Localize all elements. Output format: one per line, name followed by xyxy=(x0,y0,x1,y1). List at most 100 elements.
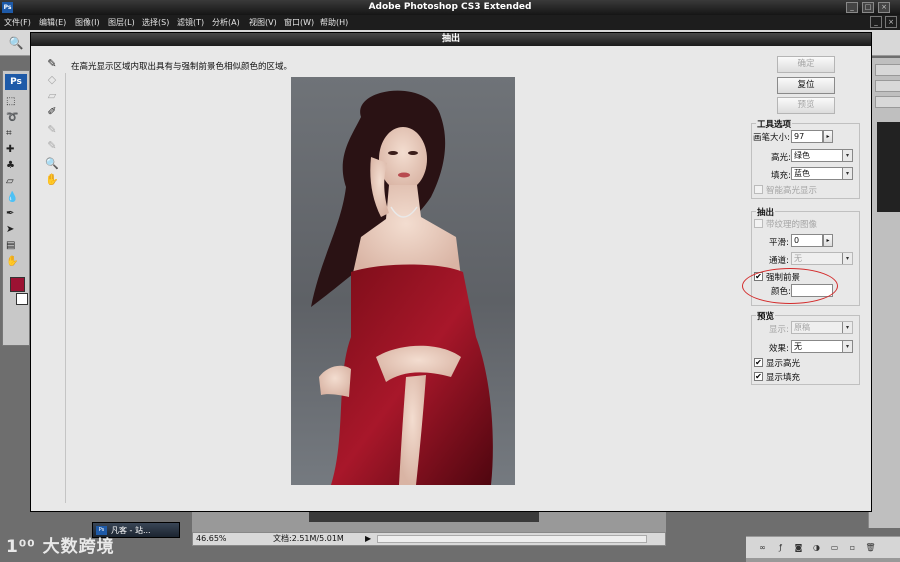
horizontal-scrollbar[interactable] xyxy=(377,535,647,543)
lasso-tool-icon[interactable]: ➰ xyxy=(6,111,28,125)
document-status-bar: 46.65% 文档:2.51M/5.01M ▶ xyxy=(192,532,666,546)
cleanup-tool-icon[interactable]: ✎ xyxy=(43,123,61,137)
highlight-label: 高光: xyxy=(771,153,791,163)
edge-highlighter-tool-icon[interactable]: ✎ xyxy=(43,57,61,71)
hand-tool-icon[interactable]: ✋ xyxy=(43,173,61,187)
status-menu-arrow-icon[interactable]: ▶ xyxy=(365,533,371,545)
highlight-color-select[interactable]: 绿色 ▾ xyxy=(791,149,853,162)
marquee-tool-icon[interactable]: ⬚ xyxy=(6,95,28,109)
fill-color-select[interactable]: 蓝色 ▾ xyxy=(791,167,853,180)
effect-select[interactable]: 无 ▾ xyxy=(791,340,853,353)
dialog-instruction: 在高光显示区域内取出具有与强制前景色相似颜色的区域。 xyxy=(71,62,293,72)
show-select[interactable]: 原稿 ▾ xyxy=(791,321,853,334)
menu-analysis[interactable]: 分析(A) xyxy=(212,17,240,28)
show-fill-checkbox[interactable]: ✔ xyxy=(754,372,763,381)
canvas-image-edge xyxy=(309,512,539,522)
smooth-slider-button[interactable]: ▸ xyxy=(823,234,833,247)
blur-tool-icon[interactable]: 💧 xyxy=(6,191,28,205)
healing-tool-icon[interactable]: ✚ xyxy=(6,143,28,157)
zoom-level[interactable]: 46.65% xyxy=(196,533,227,545)
chevron-down-icon: ▾ xyxy=(842,341,852,352)
eyedropper-tool-icon[interactable]: ✐ xyxy=(43,105,61,119)
image-preview[interactable] xyxy=(291,77,515,485)
zoom-tool-icon[interactable]: 🔍 xyxy=(8,35,24,51)
red-highlight-circle xyxy=(742,268,838,304)
menu-layer[interactable]: 图层(L) xyxy=(108,17,135,28)
layers-panel-footer: ∞ ƒ ◙ ◑ ▭ ▫ 🗑 xyxy=(746,536,900,558)
menu-edit[interactable]: 编辑(E) xyxy=(39,17,66,28)
extract-dialog: 抽出 ✎ ◇ ▱ ✐ ✎ ✎ 🔍 ✋ 在高光显示区域内取出具有与强制前景色相似颜… xyxy=(30,32,872,512)
fill-label: 填充: xyxy=(771,171,791,181)
pen-tool-icon[interactable]: ✒ xyxy=(6,207,28,221)
textured-image-checkbox[interactable] xyxy=(754,219,763,228)
watermark: 1⁰⁰ 大数跨境 xyxy=(6,537,115,557)
edge-touchup-tool-icon[interactable]: ✎ xyxy=(43,139,61,153)
tool-options-title: 工具选项 xyxy=(756,118,793,130)
photoshop-logo: Ps xyxy=(5,74,27,90)
app-title-bar: Ps Adobe Photoshop CS3 Extended _ □ × xyxy=(0,0,900,15)
smooth-label: 平滑: xyxy=(769,238,789,248)
panel-edge xyxy=(746,558,900,562)
panel-row[interactable] xyxy=(875,96,900,108)
trash-icon[interactable]: 🗑 xyxy=(864,542,877,554)
chevron-down-icon: ▾ xyxy=(842,150,852,161)
hand-tool-icon[interactable]: ✋ xyxy=(6,255,28,269)
crop-tool-icon[interactable]: ⌗ xyxy=(6,127,28,141)
eraser-tool-icon[interactable]: ▱ xyxy=(43,89,61,103)
zoom-tool-icon[interactable]: 🔍 xyxy=(43,157,61,171)
menu-bar: 文件(F) 编辑(E) 图像(I) 图层(L) 选择(S) 滤镜(T) 分析(A… xyxy=(0,15,900,30)
link-layers-icon[interactable]: ∞ xyxy=(756,542,769,554)
show-highlight-checkbox[interactable]: ✔ xyxy=(754,358,763,367)
menu-select[interactable]: 选择(S) xyxy=(142,17,169,28)
channel-select[interactable]: 无 ▾ xyxy=(791,252,853,265)
foreground-color-swatch[interactable] xyxy=(10,277,25,292)
menu-view[interactable]: 视图(V) xyxy=(249,17,277,28)
stamp-tool-icon[interactable]: ♣ xyxy=(6,159,28,173)
brush-size-label: 画笔大小: xyxy=(753,133,790,143)
chevron-down-icon: ▾ xyxy=(842,322,852,333)
document-minimize-button[interactable]: _ xyxy=(870,16,882,28)
fill-tool-icon[interactable]: ◇ xyxy=(43,73,61,87)
maximize-window-button[interactable]: □ xyxy=(862,2,874,13)
portrait-photo xyxy=(311,90,493,485)
close-window-button[interactable]: × xyxy=(878,2,890,13)
smooth-input[interactable]: 0 xyxy=(791,234,823,247)
smart-highlight-label: 智能高光显示 xyxy=(766,186,818,196)
show-label: 显示: xyxy=(769,325,789,335)
panel-row[interactable] xyxy=(875,64,900,76)
document-canvas-edge xyxy=(192,512,666,532)
highlight-color-value: 绿色 xyxy=(794,151,810,160)
menu-filter[interactable]: 滤镜(T) xyxy=(177,17,204,28)
panel-row[interactable] xyxy=(875,80,900,92)
chevron-down-icon: ▾ xyxy=(842,253,852,264)
minimize-window-button[interactable]: _ xyxy=(846,2,858,13)
taskbar-item-label: 凡客 - 站... xyxy=(111,526,151,535)
brush-size-input[interactable]: 97 xyxy=(791,130,823,143)
menu-image[interactable]: 图像(I) xyxy=(75,17,100,28)
layer-style-icon[interactable]: ƒ xyxy=(774,542,787,554)
selection-tool-icon[interactable]: ➤ xyxy=(6,223,28,237)
notes-tool-icon[interactable]: ▤ xyxy=(6,239,28,253)
menu-file[interactable]: 文件(F) xyxy=(4,17,31,28)
panel-preview xyxy=(877,122,900,212)
extraction-title: 抽出 xyxy=(756,206,776,218)
background-color-swatch[interactable] xyxy=(16,293,28,305)
dialog-title: 抽出 xyxy=(31,33,871,46)
layer-mask-icon[interactable]: ◙ xyxy=(792,542,805,554)
ok-button[interactable]: 确定 xyxy=(777,56,835,73)
eraser-tool-icon[interactable]: ▱ xyxy=(6,175,28,189)
app-title: Adobe Photoshop CS3 Extended xyxy=(368,2,532,12)
reset-button[interactable]: 复位 xyxy=(777,77,835,94)
preview-button[interactable]: 预览 xyxy=(777,97,835,114)
effect-value: 无 xyxy=(794,342,802,351)
brush-size-slider-button[interactable]: ▸ xyxy=(823,130,833,143)
new-layer-icon[interactable]: ▫ xyxy=(846,542,859,554)
smart-highlight-checkbox[interactable] xyxy=(754,185,763,194)
preview-group-title: 预览 xyxy=(756,310,776,322)
new-group-icon[interactable]: ▭ xyxy=(828,542,841,554)
adjustment-layer-icon[interactable]: ◑ xyxy=(810,542,823,554)
extract-toolbar: ✎ ◇ ▱ ✐ ✎ ✎ 🔍 ✋ xyxy=(39,55,65,210)
document-close-button[interactable]: × xyxy=(885,16,897,28)
menu-window[interactable]: 窗口(W) xyxy=(284,17,314,28)
menu-help[interactable]: 帮助(H) xyxy=(320,17,348,28)
